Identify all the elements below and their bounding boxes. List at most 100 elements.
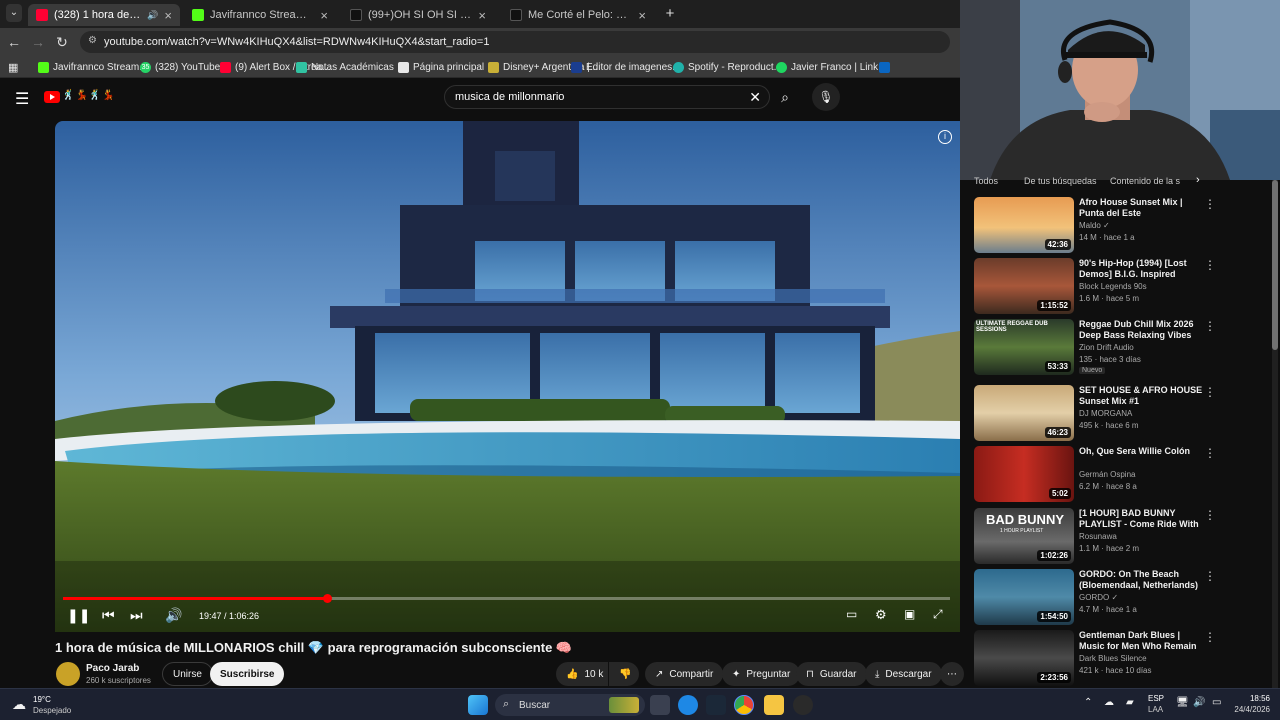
subtitles-icon[interactable]: ▭ [846,607,857,621]
chip-todos[interactable]: Todos [974,176,998,186]
bookmark-editor[interactable]: Spotify - Reproduct... [673,60,782,74]
back-arrow-icon[interactable]: ← [6,34,22,50]
reload-icon[interactable]: ↻ [54,34,70,51]
close-tab-icon[interactable]: × [638,8,646,23]
chip-busquedas[interactable]: De tus búsquedas [1024,176,1097,186]
volume-icon[interactable]: 🔊 [165,607,182,624]
verified-icon: ✓ [1103,221,1110,230]
video-thumbnail[interactable]: 5:02 [974,446,1074,502]
info-icon[interactable]: i [938,130,952,144]
edge-icon[interactable] [678,695,698,715]
cloud-icon[interactable]: ☁ [1104,697,1114,708]
close-tab-icon[interactable]: × [164,8,172,23]
youtube-logo-icon[interactable] [44,91,60,103]
share-button[interactable]: ↗ Compartir [645,662,724,686]
close-tab-icon[interactable]: × [478,8,486,23]
bookmark-kick[interactable]: Javifrannco Stream... [38,60,147,74]
video-thumbnail[interactable]: 46:23 [974,385,1074,441]
scrollbar-thumb[interactable] [1272,180,1278,350]
microphone-icon[interactable]: 🎙 [812,83,840,111]
video-progress-bar[interactable] [63,597,950,600]
theater-mode-icon[interactable]: ▣ [904,607,915,621]
windows-start-icon[interactable] [468,695,488,715]
more-vert-icon[interactable]: ⋮ [1204,630,1216,644]
bookmark-alertbox[interactable]: Notas Académicas [296,60,394,74]
save-button[interactable]: ⊓ Guardar [796,662,867,686]
recommendation-item[interactable]: BAD BUNNY 1 HOUR PLAYLIST 1:02:26 [1 HOU… [974,508,1229,566]
tab-tiktok-2[interactable]: Me Corté el Pelo: Nuevo Look y × [502,4,654,26]
volume-icon[interactable]: 🔊 [1193,697,1205,708]
search-icon[interactable]: ⌕ [772,85,798,109]
previous-icon[interactable]: ⏮ [102,607,115,624]
tab-youtube-video[interactable]: (328) 1 hora de música de M 🔊 × [28,4,180,26]
recommendation-item[interactable]: 42:36 Afro House Sunset Mix | Punta del … [974,197,1229,255]
url-omnibox[interactable]: ⚙ youtube.com/watch?v=WNw4KIHuQX4&list=R… [80,31,950,53]
channel-avatar[interactable] [56,662,80,686]
more-vert-icon[interactable]: ⋮ [1204,319,1216,333]
settings-gear-icon[interactable]: ⚙ [875,607,887,623]
video-thumbnail[interactable]: 1:15:52 [974,258,1074,314]
bookmark-notas[interactable]: Página principal [398,60,484,74]
file-explorer-icon[interactable] [764,695,784,715]
recommendation-item[interactable]: 5:02 Oh, Que Sera Willie Colón Germán Os… [974,446,1229,504]
taskbar-search[interactable]: ⌕ Buscar [495,694,645,716]
bookmark-whatsapp[interactable]: 35 (328) YouTube [140,60,220,74]
clear-search-icon[interactable]: ✕ [749,89,761,106]
forward-arrow-icon[interactable]: → [30,34,46,50]
more-vert-icon[interactable]: ⋮ [1204,446,1216,460]
obs-icon[interactable] [793,695,813,715]
channel-name[interactable]: Paco Jarab [86,663,139,674]
chevron-right-icon[interactable]: › [1196,174,1200,186]
video-thumbnail[interactable]: BAD BUNNY 1 HOUR PLAYLIST 1:02:26 [974,508,1074,564]
tray-app-icon[interactable]: ▰ [1126,697,1134,708]
pause-icon[interactable]: ❚❚ [67,607,90,624]
close-tab-icon[interactable]: × [320,8,328,23]
fullscreen-icon[interactable]: ⤢ [933,607,943,622]
task-view-icon[interactable] [650,695,670,715]
more-vert-icon[interactable]: ⋮ [1204,197,1216,211]
more-vert-icon[interactable]: ⋮ [1204,569,1216,583]
video-thumbnail[interactable]: 1:54:50 [974,569,1074,625]
search-input[interactable]: musica de millonmario ✕ [444,85,770,109]
more-vert-icon[interactable]: ⋮ [1204,508,1216,522]
recommendation-item[interactable]: 1:54:50 GORDO: On The Beach (Bloemendaal… [974,569,1229,627]
recommendation-item[interactable]: ULTIMATE REGGAE DUB SESSIONS 53:33 Regga… [974,319,1229,377]
like-button[interactable]: 👍 10 k [556,662,608,686]
clock-time[interactable]: 18:56 [1228,694,1270,703]
bookmark-linkedin[interactable] [879,60,894,74]
more-vert-icon[interactable]: ⋮ [1204,258,1216,272]
next-icon[interactable]: ⏭ [130,607,143,624]
chevron-up-icon[interactable]: ⌃ [1084,697,1092,708]
tab-tiktok-1[interactable]: (99+)OH SI OH SI OH SI #nano × [342,4,494,26]
weather-icon[interactable]: ☁ [12,696,26,713]
recommendation-item[interactable]: 46:23 SET HOUSE & AFRO HOUSE Sunset Mix … [974,385,1229,443]
ask-button[interactable]: ✦ Preguntar [722,662,801,686]
more-vert-icon[interactable]: ⋮ [1204,385,1216,399]
steam-icon[interactable] [706,695,726,715]
chip-contenido[interactable]: Contenido de la s [1110,176,1182,186]
site-info-icon[interactable]: ⚙ [88,35,97,46]
hamburger-menu-icon[interactable]: ☰ [15,89,29,109]
chrome-icon[interactable] [734,695,754,715]
bookmark-disney[interactable]: Editor de imagenes... [571,60,681,74]
page-scrollbar[interactable] [1272,180,1278,690]
bookmark-spotify[interactable]: Javier Franco | Link [776,60,878,74]
video-thumbnail[interactable]: 2:23:56 [974,630,1074,686]
dislike-button[interactable]: 👎 [609,662,639,686]
video-player[interactable]: i [55,121,960,632]
recommendation-item[interactable]: 2:23:56 Gentleman Dark Blues | Music for… [974,630,1229,688]
subscribe-button[interactable]: Suscribirse [210,662,285,686]
language-indicator[interactable]: ESP [1148,694,1164,703]
battery-icon[interactable]: ▭ [1212,697,1221,708]
recommendation-item[interactable]: 1:15:52 90's Hip-Hop (1994) [Lost Demos]… [974,258,1229,316]
tab-list-button[interactable]: ⌄ [6,4,22,22]
apps-grid-icon[interactable]: ▦ [8,60,18,74]
network-icon[interactable]: 🖥 [1176,697,1189,708]
more-actions-button[interactable]: ⋯ [940,662,964,686]
tab-kick-stream[interactable]: Javifrannco Stream - Watch Liv × [184,4,336,26]
download-button[interactable]: ⤓ Descargar [865,662,942,686]
video-thumbnail[interactable]: ULTIMATE REGGAE DUB SESSIONS 53:33 [974,319,1074,375]
new-tab-icon[interactable]: + [662,5,678,22]
video-thumbnail[interactable]: 42:36 [974,197,1074,253]
join-button[interactable]: Unirse [162,662,213,686]
